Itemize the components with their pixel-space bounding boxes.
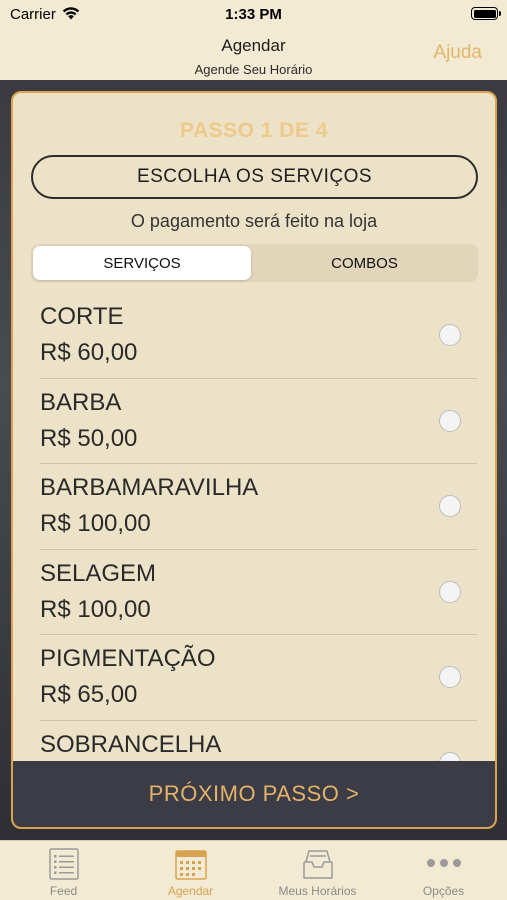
service-price: R$ 100,00 xyxy=(40,510,151,537)
battery-icon xyxy=(471,7,501,20)
radio-button[interactable] xyxy=(439,324,461,346)
more-dots-icon xyxy=(380,848,507,882)
page-subtitle: Agende Seu Horário xyxy=(194,62,313,77)
segment-combos[interactable]: COMBOS xyxy=(253,246,476,280)
service-item-corte[interactable]: CORTE R$ 60,00 xyxy=(13,293,495,379)
tab-opcoes[interactable]: Opções xyxy=(380,841,507,900)
radio-button[interactable] xyxy=(439,666,461,688)
service-name: BARBA xyxy=(40,388,122,416)
step-indicator: PASSO 1 DE 4 xyxy=(180,119,328,142)
radio-button[interactable] xyxy=(439,409,461,432)
service-price: R$ 60,00 xyxy=(40,339,138,366)
navigation-bar: Agendar Agende Seu Horário Ajuda xyxy=(0,28,507,80)
service-name: PIGMENTAÇÃO xyxy=(40,645,216,672)
tab-bar: Feed Agendar Meus Horários Opções xyxy=(0,840,507,900)
service-name: SOBRANCELHA xyxy=(40,730,222,758)
status-time: 1:33 PM xyxy=(225,6,282,23)
radio-button[interactable] xyxy=(439,495,461,517)
page-title: Agendar xyxy=(221,36,286,55)
tab-label: Meus Horários xyxy=(278,884,357,898)
service-item-selagem[interactable]: SELAGEM R$ 100,00 xyxy=(13,550,495,635)
tab-meus-horarios[interactable]: Meus Horários xyxy=(254,841,381,900)
segment-services[interactable]: SERVIÇOS xyxy=(33,246,251,280)
tab-feed[interactable]: Feed xyxy=(0,841,127,900)
service-price: R$ 50,00 xyxy=(40,424,138,452)
service-item-barba[interactable]: BARBA R$ 50,00 xyxy=(13,379,495,464)
tab-label: Opções xyxy=(422,884,465,898)
service-item-pigmentacao[interactable]: PIGMENTAÇÃO R$ 65,00 xyxy=(13,635,495,721)
service-item-barbamaravilha[interactable]: BARBAMARAVILHA R$ 100,00 xyxy=(13,464,495,550)
help-button[interactable]: Ajuda xyxy=(433,42,482,64)
service-price: R$ 100,00 xyxy=(40,595,151,623)
service-name: CORTE xyxy=(40,303,124,330)
service-name: BARBAMARAVILHA xyxy=(40,474,259,501)
tab-label: Agendar xyxy=(167,884,214,898)
status-bar: Carrier 1:33 PM xyxy=(0,0,507,28)
choose-services-button[interactable]: ESCOLHA OS SERVIÇOS xyxy=(31,155,478,199)
service-name: SELAGEM xyxy=(40,559,157,587)
radio-button[interactable] xyxy=(439,580,461,603)
inbox-tray-icon xyxy=(254,848,381,882)
services-combos-segmented-control: SERVIÇOS COMBOS xyxy=(31,244,478,282)
payment-note: O pagamento será feito na loja xyxy=(130,211,378,231)
calendar-icon xyxy=(127,848,254,882)
tab-label: Feed xyxy=(49,884,78,898)
service-price: R$ 65,00 xyxy=(40,681,138,708)
tab-agendar[interactable]: Agendar xyxy=(127,841,254,900)
booking-card: PASSO 1 DE 4 ESCOLHA OS SERVIÇOS O pagam… xyxy=(11,91,497,829)
feed-list-icon xyxy=(0,848,127,882)
services-list: CORTE R$ 60,00 BARBA R$ 50,00 BARBAMARAV… xyxy=(13,293,495,806)
next-step-button[interactable]: PRÓXIMO PASSO > xyxy=(13,761,495,827)
